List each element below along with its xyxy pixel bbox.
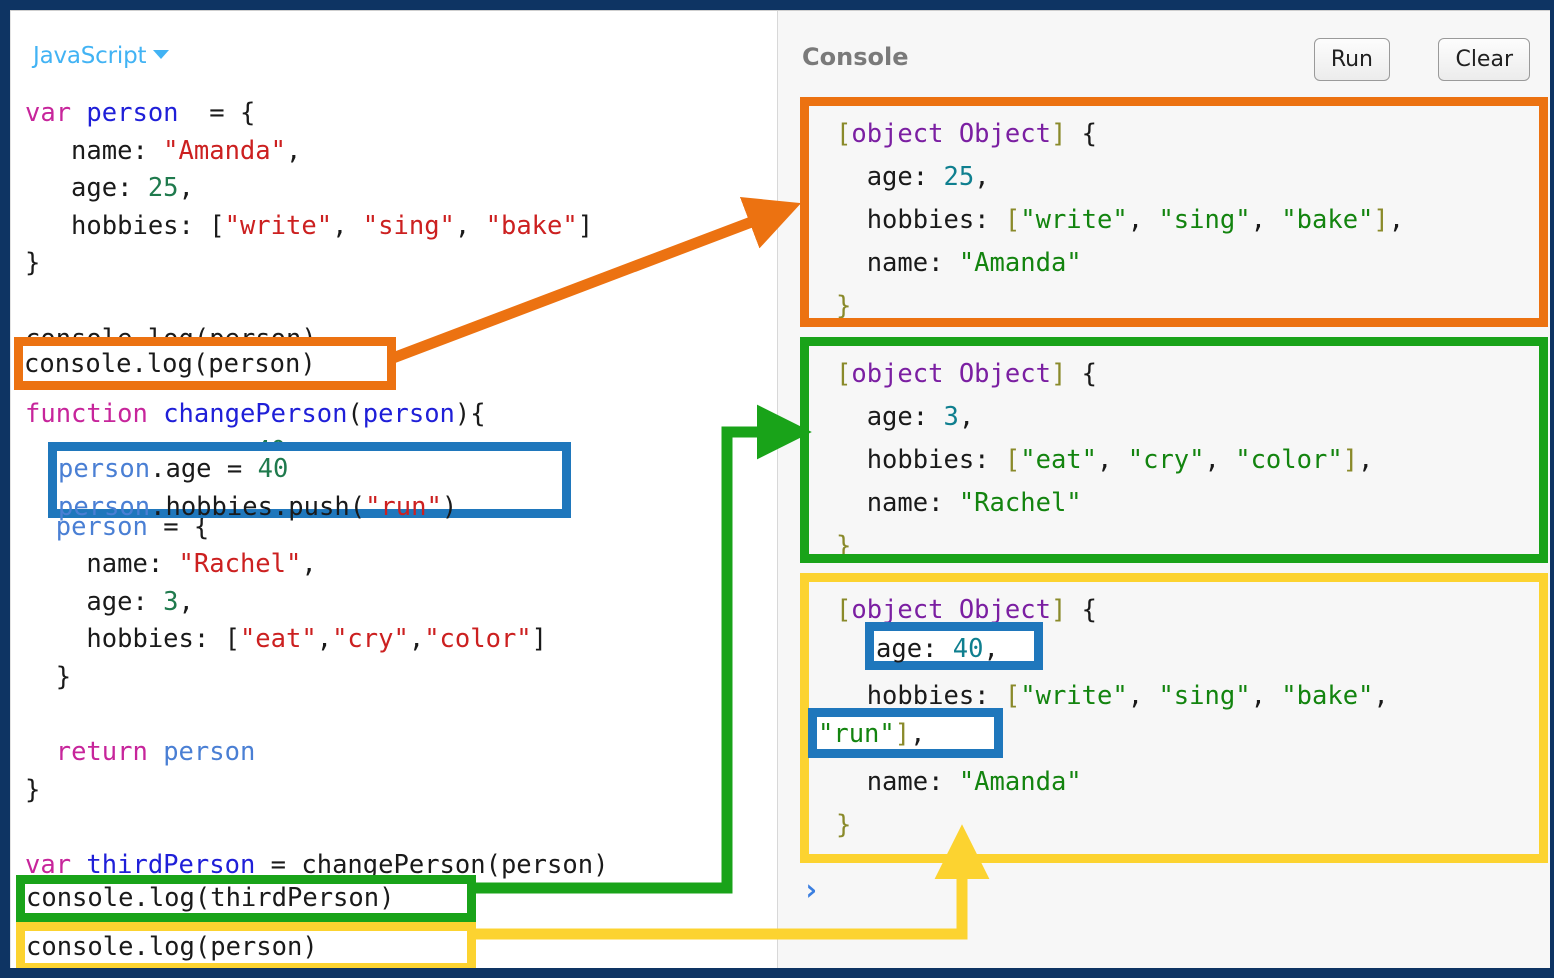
console-output-rachel: [object Object] { age: 3, hobbies: ["eat… (792, 343, 1530, 578)
code-editor-pane: JavaScript var person = { name: "Amanda"… (10, 11, 778, 968)
console-output-amanda-mutated: [object Object] { age: 40, hobbies: ["wr… (792, 579, 1530, 857)
console-title: Console (802, 43, 909, 71)
console-prompt-icon[interactable]: › (802, 873, 820, 908)
chevron-down-icon (153, 50, 170, 59)
code-content[interactable]: var person = { name: "Amanda", age: 25, … (25, 95, 779, 968)
language-selector[interactable]: JavaScript (33, 43, 170, 69)
ide-window: JavaScript var person = { name: "Amanda"… (10, 10, 1550, 968)
run-button[interactable]: Run (1313, 38, 1390, 81)
clear-button[interactable]: Clear (1438, 38, 1530, 81)
language-label: JavaScript (33, 43, 147, 69)
console-output-amanda-initial: [object Object] { age: 25, hobbies: ["wr… (792, 103, 1530, 338)
console-pane: Console Run Clear [object Object] { age:… (778, 11, 1550, 968)
screenshot-root: JavaScript var person = { name: "Amanda"… (0, 0, 1554, 978)
